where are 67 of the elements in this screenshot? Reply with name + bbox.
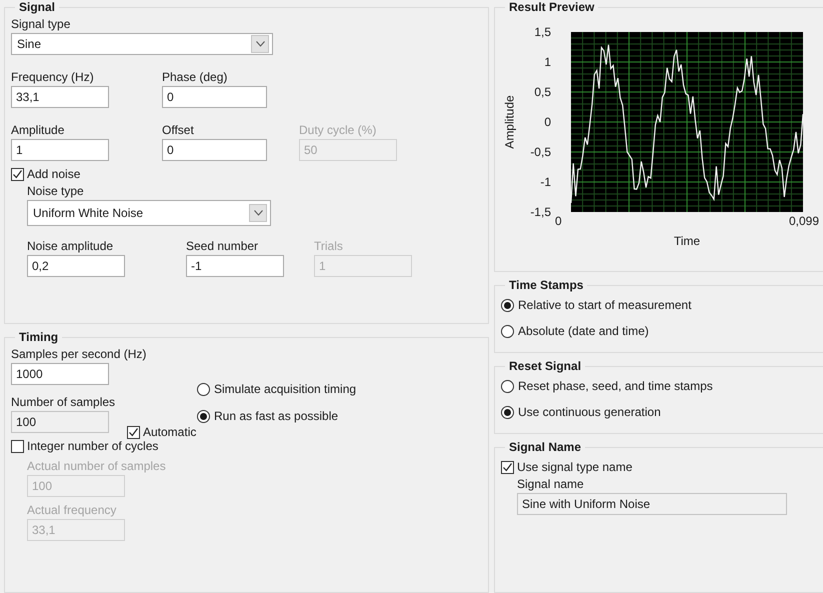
radio-label[interactable]: Run as fast as possible <box>214 409 338 423</box>
text-field[interactable]: Sine with Uniform Noise <box>517 493 787 515</box>
field-label: Actual number of samples <box>27 459 167 473</box>
field-label: Noise type <box>27 184 85 198</box>
field-label: Amplitude <box>11 123 66 137</box>
axis-label: Time <box>674 234 700 248</box>
field-label: Samples per second (Hz) <box>11 347 148 361</box>
tick-label: 0,5 <box>534 85 551 99</box>
radio-button[interactable] <box>501 298 514 312</box>
radio-button[interactable] <box>197 382 210 396</box>
group-title: Timing <box>18 330 60 344</box>
field-label: Signal name <box>517 477 585 491</box>
tick-label: -0,5 <box>530 145 551 159</box>
radio-button[interactable] <box>501 380 514 392</box>
checkbox[interactable] <box>11 440 24 452</box>
number-field[interactable]: 0 <box>162 139 267 161</box>
checkbox-label[interactable]: Use signal type name <box>517 460 632 474</box>
number-field[interactable]: 1000 <box>11 363 109 385</box>
field-label: Frequency (Hz) <box>11 70 95 84</box>
field-label: Signal type <box>11 17 72 31</box>
group-title: Time Stamps <box>508 278 584 292</box>
number-field[interactable]: 33,1 <box>11 86 109 108</box>
field-label: Duty cycle (%) <box>299 123 378 137</box>
checkbox-label[interactable]: Add noise <box>27 167 80 181</box>
checkbox[interactable] <box>11 168 24 180</box>
number-field[interactable]: 0,2 <box>27 255 125 277</box>
dropdown-button[interactable] <box>249 204 267 222</box>
checkbox[interactable] <box>501 460 514 474</box>
tick-label: 1,5 <box>534 25 551 39</box>
checkbox[interactable] <box>127 426 140 438</box>
chevron-down-icon <box>254 210 262 216</box>
axis-label: Amplitude <box>503 95 517 149</box>
number-field[interactable]: 0 <box>162 86 267 108</box>
group-title: Signal <box>18 0 56 14</box>
group-title: Reset Signal <box>508 359 582 373</box>
field-label: Seed number <box>186 239 260 253</box>
field-label: Trials <box>314 239 344 253</box>
radio-button[interactable] <box>501 406 514 418</box>
field-label: Noise amplitude <box>27 239 114 253</box>
checkbox-label[interactable]: Automatic <box>143 425 196 439</box>
radio-label[interactable]: Simulate acquisition timing <box>214 382 356 396</box>
radio-label[interactable]: Reset phase, seed, and time stamps <box>518 379 713 393</box>
number-field[interactable]: 1 <box>11 139 109 161</box>
tick-label: 0,099 <box>788 214 819 228</box>
tick-label: 1 <box>544 55 551 69</box>
signal-type-dropdown[interactable]: Sine <box>11 33 273 55</box>
field-label: Phase (deg) <box>162 70 228 84</box>
noise-type-dropdown[interactable]: Uniform White Noise <box>27 200 271 226</box>
field-label: Offset <box>162 123 195 137</box>
radio-label[interactable]: Relative to start of measurement <box>518 298 692 312</box>
radio-button[interactable] <box>197 410 210 422</box>
number-field[interactable]: -1 <box>186 255 284 277</box>
group-title: Result Preview <box>508 0 596 14</box>
tick-label: 0 <box>555 214 562 228</box>
radio-label[interactable]: Absolute (date and time) <box>518 324 649 338</box>
radio-button[interactable] <box>501 324 514 338</box>
dropdown-button[interactable] <box>251 35 269 53</box>
tick-label: 0 <box>544 115 551 129</box>
radio-label[interactable]: Use continuous generation <box>518 405 661 419</box>
number-field[interactable]: 100 <box>11 411 109 433</box>
field-label: Actual frequency <box>27 503 118 517</box>
field-label: Number of samples <box>11 395 116 409</box>
tick-label: -1,5 <box>530 205 551 219</box>
checkbox-label[interactable]: Integer number of cycles <box>27 439 158 453</box>
tick-label: -1 <box>540 175 551 189</box>
chevron-down-icon <box>256 41 264 47</box>
group-title: Signal Name <box>508 440 582 454</box>
